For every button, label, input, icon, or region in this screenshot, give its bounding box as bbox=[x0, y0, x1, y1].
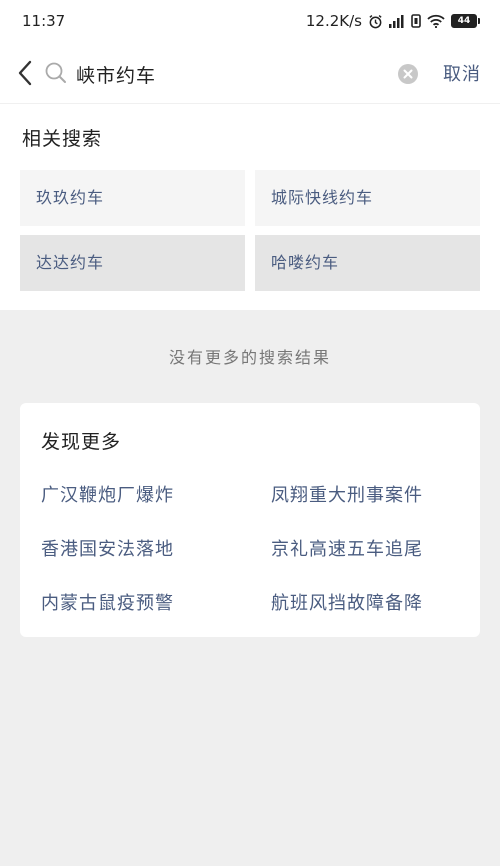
related-search-item[interactable]: 哈喽约车 bbox=[255, 235, 480, 291]
clear-search-button[interactable] bbox=[398, 64, 418, 84]
search-input[interactable] bbox=[74, 56, 378, 92]
trending-topic-link[interactable]: 广汉鞭炮厂爆炸 bbox=[41, 481, 174, 507]
status-icons: 12.2K/s 44 bbox=[306, 12, 480, 30]
trending-topic-link[interactable]: 凤翔重大刑事案件 bbox=[271, 481, 423, 507]
trending-topic-link[interactable]: 内蒙古鼠疫预警 bbox=[41, 589, 174, 615]
battery-level: 44 bbox=[451, 14, 477, 28]
alarm-icon bbox=[368, 14, 383, 29]
related-search-item[interactable]: 达达约车 bbox=[20, 235, 245, 291]
wifi-icon bbox=[427, 14, 445, 28]
signal-icon bbox=[389, 14, 405, 28]
close-icon bbox=[403, 69, 413, 79]
trending-topic-link[interactable]: 香港国安法落地 bbox=[41, 535, 174, 561]
related-searches-title: 相关搜索 bbox=[22, 128, 103, 150]
related-search-item[interactable]: 城际快线约车 bbox=[255, 170, 480, 226]
chevron-left-icon bbox=[18, 60, 32, 86]
battery-icon: 44 bbox=[451, 14, 480, 28]
cancel-button[interactable]: 取消 bbox=[443, 60, 481, 86]
status-bar: 11:37 12.2K/s 44 bbox=[0, 0, 500, 42]
trending-topic-link[interactable]: 京礼高速五车追尾 bbox=[271, 535, 423, 561]
search-bar: 取消 bbox=[0, 42, 500, 104]
no-more-results-text: 没有更多的搜索结果 bbox=[168, 348, 331, 367]
vibrate-icon bbox=[411, 14, 421, 28]
search-icon bbox=[44, 61, 68, 85]
network-speed: 12.2K/s bbox=[305, 12, 362, 30]
related-search-item[interactable]: 玖玖约车 bbox=[20, 170, 245, 226]
back-button[interactable] bbox=[14, 59, 38, 87]
discover-more-card: 发现更多 广汉鞭炮厂爆炸 凤翔重大刑事案件 香港国安法落地 京礼高速五车追尾 内… bbox=[20, 403, 480, 637]
trending-topic-link[interactable]: 航班风挡故障备降 bbox=[271, 589, 423, 615]
discover-more-title: 发现更多 bbox=[41, 431, 122, 453]
status-time: 11:37 bbox=[22, 12, 66, 30]
related-searches: 相关搜索 玖玖约车 城际快线约车 达达约车 哈喽约车 bbox=[0, 104, 500, 310]
